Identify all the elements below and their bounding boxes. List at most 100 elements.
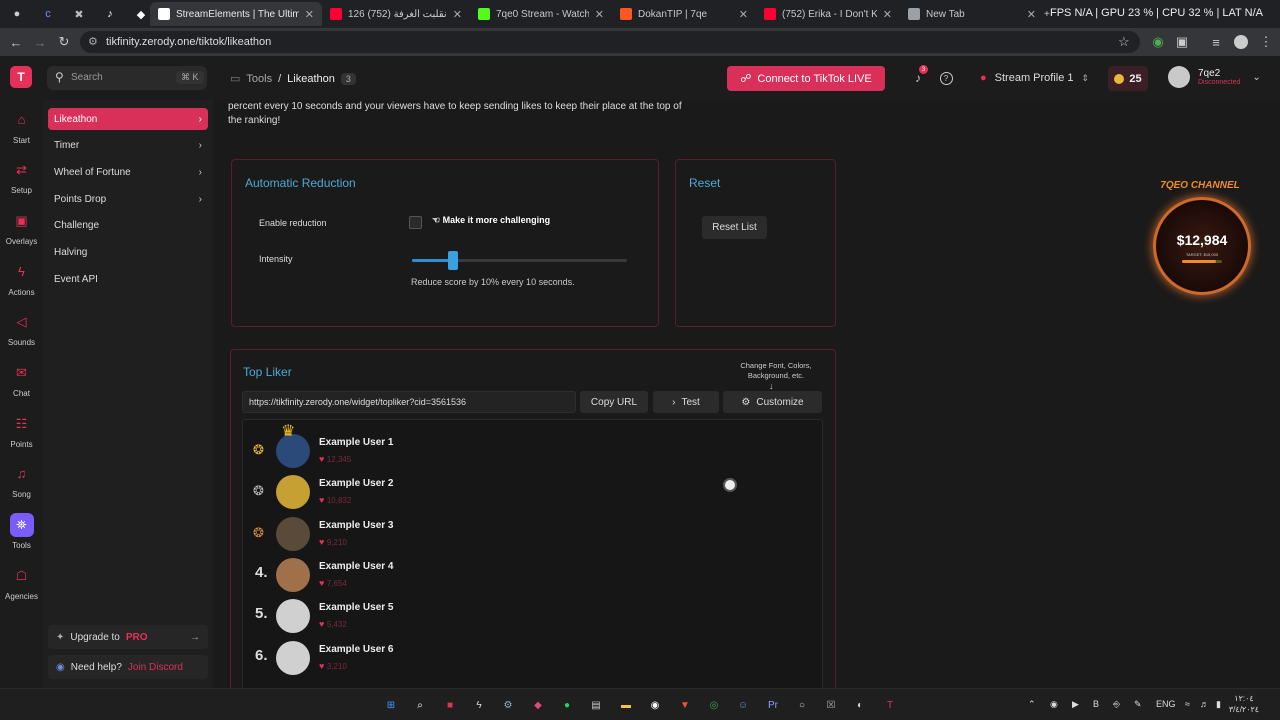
close-icon[interactable]: ✕ [739,8,748,21]
search-icon[interactable]: ⌕ [411,696,429,714]
folder-icon[interactable]: ▬ [617,696,635,714]
submenu-item-likeathon[interactable]: Likeathon › [48,108,208,130]
help-discord-button[interactable]: ◉ Need help? Join Discord [48,655,208,679]
submenu-item-points-drop[interactable]: Points Drop › [48,188,208,210]
tray-pen-icon[interactable]: ✎ [1134,699,1142,710]
obs-icon[interactable]: ◉ [646,696,664,714]
browser-tab[interactable]: DokanTIP | 7qe ✕ [612,2,756,26]
rail-item-chat[interactable]: ✉ Chat [0,361,43,411]
tray-app-icon[interactable]: ◉ [1050,699,1058,710]
clock[interactable]: ١٢:٠٤ ٣/٤/٢٠٢٤ [1224,693,1264,715]
bolt-app-icon[interactable]: ϟ [470,696,488,714]
rail-item-tools[interactable]: ⛯ Tools [0,513,43,563]
tray-b-icon[interactable]: B [1093,699,1099,709]
settings-icon[interactable]: ⚙ [499,696,517,714]
windows-icon[interactable]: ⊞ [382,696,400,714]
tiktok-app-icon[interactable]: T [881,696,899,714]
tray-usb-icon[interactable]: ⎆ [1113,699,1120,710]
tikfinity-logo[interactable]: T [10,66,32,88]
tray-chevron-icon[interactable]: ⌃ [1028,699,1036,710]
rail-label: Chat [13,389,30,398]
test-button[interactable]: › Test [653,391,719,413]
rail-item-points[interactable]: ☷ Points [0,412,43,462]
browser-menu-icon[interactable]: ⋮ [1258,34,1274,50]
battery-icon[interactable]: ▮ [1216,699,1221,710]
user-menu[interactable]: 7qe2 Disconnected ⌄ [1168,66,1261,88]
upgrade-pro-button[interactable]: ✦ Upgrade to PRO → [48,625,208,649]
rail-item-sounds[interactable]: ◁ Sounds [0,310,43,360]
stream-profile-select[interactable]: ● Stream Profile 1 ⇕ [980,68,1089,88]
browser-tab[interactable]: 7qe0 Stream - Watch Live o ✕ [470,2,612,26]
close-icon[interactable]: ✕ [595,8,604,21]
intensity-slider[interactable] [412,251,627,270]
pinned-tab[interactable]: ♪ [97,4,123,24]
volume-icon[interactable]: ♬ [1200,699,1209,709]
bell-icon[interactable]: ♪ 3 [910,65,928,86]
pinned-tab[interactable]: c [35,4,61,24]
rail-item-overlays[interactable]: ▣ Overlays [0,209,43,259]
rail-item-agencies[interactable]: ☖ Agencies [0,564,43,614]
automatic-reduction-card: Automatic Reduction Enable reduction ☜ M… [231,159,659,327]
spotify-icon[interactable]: ● [558,696,576,714]
rail-item-start[interactable]: ⌂ Start [0,108,43,158]
url-field[interactable]: ⚙ tikfinity.zerody.one/tiktok/likeathon … [80,31,1140,53]
brave-icon[interactable]: ▼ [676,696,694,714]
close-icon[interactable]: ✕ [453,8,462,21]
submenu-item-event-api[interactable]: Event API [48,268,208,290]
app-circle-icon[interactable]: ○ [793,696,811,714]
silver-medal-icon: ❂ [253,483,264,499]
close-icon[interactable]: ✕ [305,8,314,21]
help-icon[interactable]: ? [938,70,954,86]
close-icon[interactable]: ✕ [883,8,892,21]
discord-link[interactable]: Join Discord [128,662,183,673]
back-icon[interactable]: ← [8,34,24,50]
app-x-icon[interactable]: ☒ [822,696,840,714]
submenu-item-challenge[interactable]: Challenge [48,215,208,237]
tray-play-icon[interactable]: ▶ [1072,699,1079,710]
language-indicator[interactable]: ENG [1156,699,1176,709]
browser-tab[interactable]: New Tab ✕ [900,2,1044,26]
browser-tab[interactable]: راميا / انقلبت الغرفة (752) 126- ✕ [322,2,470,26]
gold-medal-icon: ❂ [253,442,264,457]
coin-balance[interactable]: 25 [1108,66,1148,91]
submenu-item-timer[interactable]: Timer › [48,135,208,157]
enable-reduction-checkbox[interactable] [409,216,422,229]
copy-url-button[interactable]: Copy URL [580,391,648,413]
discord-icon[interactable]: ☺ [734,696,752,714]
extensions-puzzle-icon[interactable]: ▣ [1174,34,1190,50]
widget-url-field[interactable]: https://tikfinity.zerody.one/widget/topl… [242,391,576,413]
pinned-tab[interactable]: ✖ [66,4,92,24]
close-icon[interactable]: ✕ [1027,8,1036,21]
reset-list-button[interactable]: Reset List [702,216,767,239]
pinned-tab[interactable]: ● [4,4,30,24]
connect-tiktok-button[interactable]: ☍ Connect to TikTok LIVE [727,66,885,91]
breadcrumb-root[interactable]: Tools [246,73,272,85]
app-pink-icon[interactable]: ◆ [529,696,547,714]
slider-thumb[interactable] [447,251,458,270]
forward-icon[interactable]: → [32,34,48,50]
extension-icon[interactable]: ◉ [1150,34,1166,50]
reading-list-icon[interactable]: ≡ [1208,34,1224,50]
bookmark-star-icon[interactable]: ☆ [1118,34,1130,50]
premiere-icon[interactable]: Pr [764,696,782,714]
customize-button[interactable]: ⚙ Customize [723,391,822,413]
wifi-icon[interactable]: ≈ [1185,699,1190,709]
rail-item-actions[interactable]: ϟ Actions [0,260,43,310]
site-info-icon[interactable]: ⚙ [88,35,98,48]
browser-tab[interactable]: (752) Erika - I Don't Kno ✕ [756,2,900,26]
app-doc-icon[interactable]: ▤ [587,696,605,714]
submenu-item-halving[interactable]: Halving [48,242,208,264]
rail-item-setup[interactable]: ⇄ Setup [0,158,43,208]
avatar [276,599,310,634]
browser-tab[interactable]: StreamElements | The Ultim ✕ [150,2,322,26]
app-red-icon[interactable]: ■ [441,696,459,714]
heart-icon: ♥ [319,536,327,547]
chrome-icon[interactable]: ◎ [705,696,723,714]
rail-item-song[interactable]: ♫ Song [0,462,43,512]
profile-icon[interactable] [1233,34,1249,50]
steam-icon[interactable]: ◐ [851,696,869,714]
submenu-item-wheel-of-fortune[interactable]: Wheel of Fortune › [48,161,208,183]
search-input[interactable]: ⚲ Search ⌘ K [47,66,207,90]
tab-title: (752) Erika - I Don't Kno [782,8,877,20]
reload-icon[interactable]: ↻ [56,34,72,50]
